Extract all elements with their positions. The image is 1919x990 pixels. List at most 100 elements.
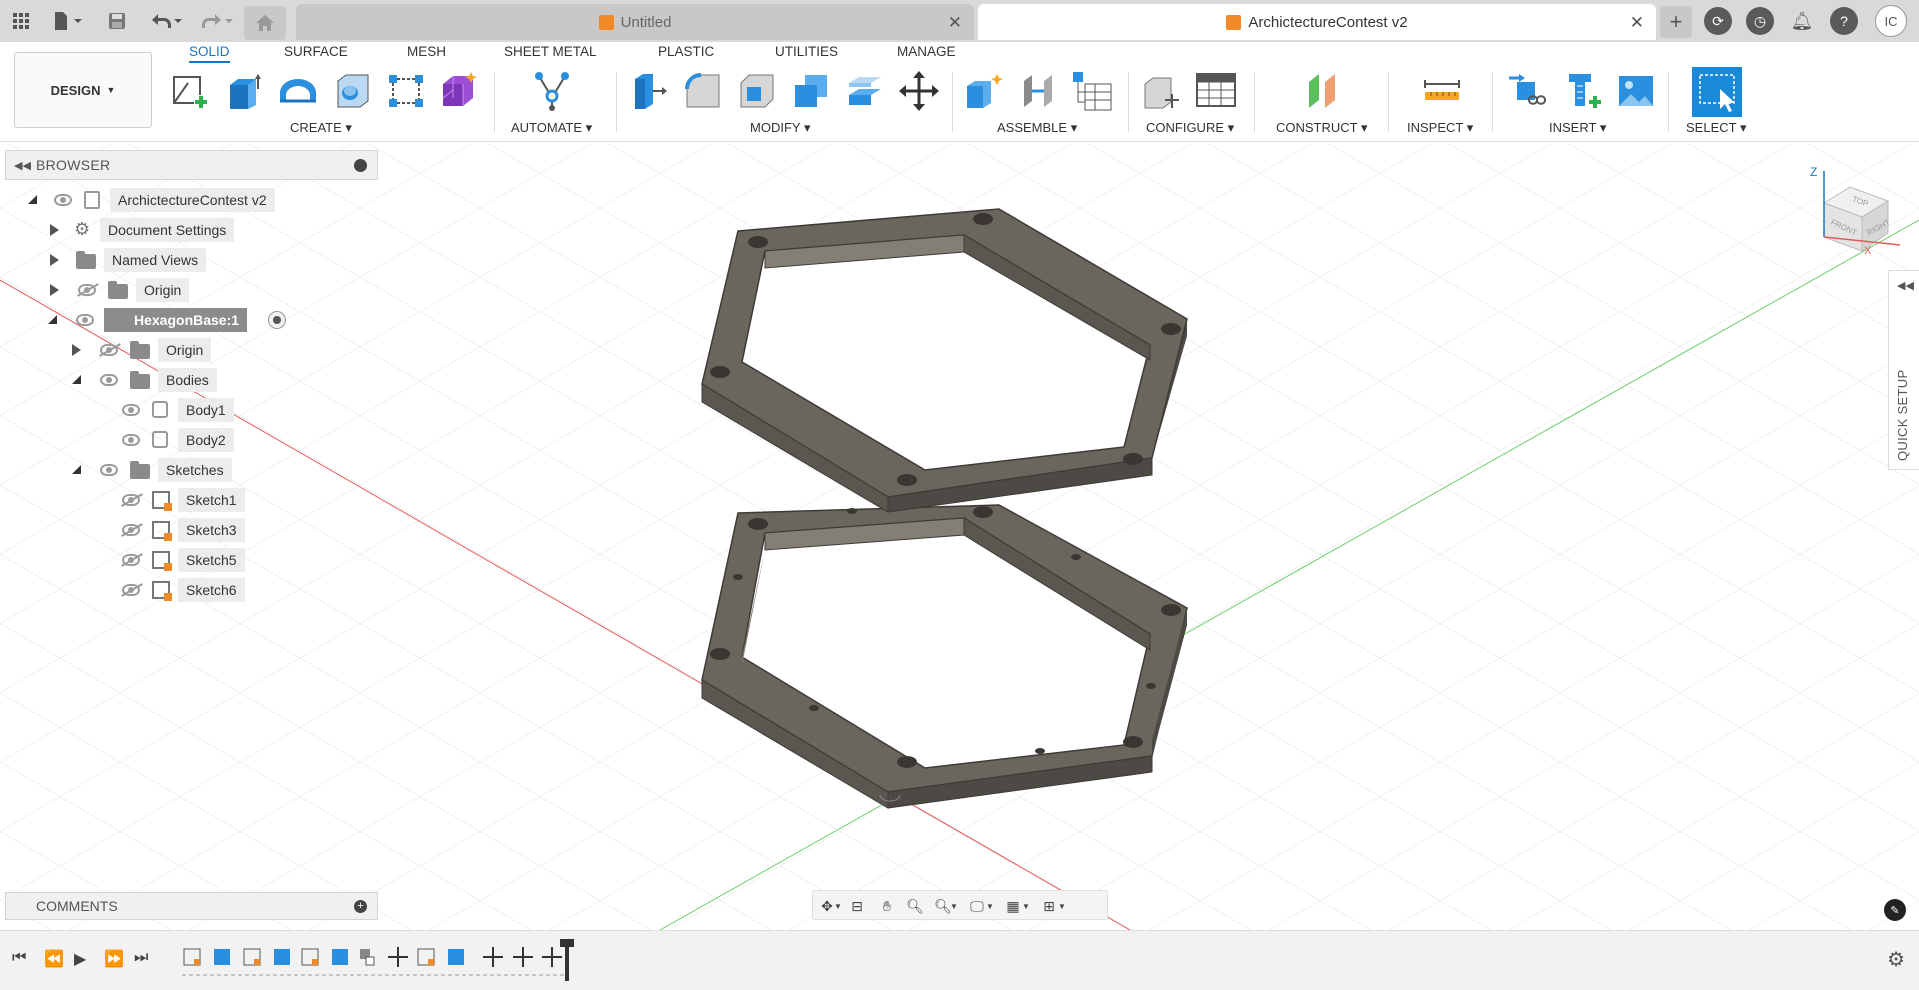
visibility-eye-icon[interactable] bbox=[122, 434, 140, 446]
expand-triangle-icon[interactable] bbox=[50, 284, 59, 296]
chevron-down-icon[interactable]: ▼ bbox=[833, 896, 843, 916]
design-canvas[interactable] bbox=[0, 143, 1919, 930]
tab-solid[interactable]: SOLID bbox=[189, 44, 230, 63]
collapse-triangle-icon[interactable] bbox=[48, 315, 57, 324]
combine-icon[interactable] bbox=[789, 69, 833, 113]
tab-manage[interactable]: MANAGE bbox=[897, 44, 956, 59]
expand-panel-icon[interactable]: ◀◀ bbox=[1897, 279, 1914, 292]
step-forward-icon[interactable]: ⏩ bbox=[104, 949, 124, 969]
timeline-extrude-icon[interactable] bbox=[274, 949, 290, 965]
insert-menu[interactable]: INSERT ▾ bbox=[1549, 120, 1606, 136]
assistant-icon[interactable]: ✎ bbox=[1884, 899, 1906, 921]
visibility-hidden-icon[interactable] bbox=[100, 344, 118, 356]
app-grid-icon[interactable] bbox=[8, 8, 34, 34]
extrude-icon[interactable] bbox=[222, 69, 266, 113]
move-icon[interactable] bbox=[897, 69, 941, 113]
chevron-down-icon[interactable]: ▼ bbox=[949, 896, 959, 916]
grid-settings-icon[interactable]: ▦ bbox=[1003, 896, 1023, 916]
visibility-hidden-icon[interactable] bbox=[122, 524, 140, 536]
viewcube[interactable]: Z X TOP FRONT RIGHT bbox=[1810, 165, 1902, 257]
play-icon[interactable]: ▶ bbox=[74, 949, 86, 969]
expand-triangle-icon[interactable] bbox=[50, 224, 59, 236]
tab-surface[interactable]: SURFACE bbox=[284, 44, 348, 59]
tab-untitled[interactable]: Untitled ✕ bbox=[296, 4, 974, 40]
display-settings-icon[interactable]: 🖵︎ bbox=[967, 896, 987, 916]
shell-icon[interactable] bbox=[735, 69, 779, 113]
undo-icon[interactable] bbox=[145, 8, 185, 34]
tab-plastic[interactable]: PLASTIC bbox=[658, 44, 714, 59]
redo-icon[interactable] bbox=[196, 8, 236, 34]
tab-archictecture-contest[interactable]: ArchictectureContest v2 ✕ bbox=[978, 4, 1656, 40]
collapse-browser-icon[interactable]: ◀◀ bbox=[14, 159, 36, 172]
look-at-icon[interactable]: ⊟ bbox=[847, 896, 867, 916]
visibility-hidden-icon[interactable] bbox=[78, 284, 96, 296]
extensions-icon[interactable]: ⟳ bbox=[1704, 7, 1732, 35]
inspect-menu[interactable]: INSPECT ▾ bbox=[1407, 120, 1473, 136]
zoom-icon[interactable]: 🔍︎ bbox=[905, 896, 925, 916]
viewports-icon[interactable]: ⊞ bbox=[1039, 896, 1059, 916]
tab-utilities[interactable]: UTILITIES bbox=[775, 44, 838, 59]
revolve-icon[interactable] bbox=[276, 69, 320, 113]
timeline-move-icon[interactable] bbox=[483, 947, 503, 967]
create-form-icon[interactable] bbox=[436, 69, 480, 113]
timeline-extrude-icon[interactable] bbox=[214, 949, 230, 965]
automate-icon[interactable] bbox=[530, 69, 574, 113]
new-tab-icon[interactable]: + bbox=[1660, 6, 1692, 38]
minimize-browser-icon[interactable] bbox=[354, 159, 367, 172]
avatar[interactable]: IC bbox=[1875, 5, 1907, 37]
new-component-icon[interactable] bbox=[962, 69, 1006, 113]
measure-icon[interactable] bbox=[1420, 69, 1464, 113]
automate-menu[interactable]: AUTOMATE ▾ bbox=[511, 120, 592, 136]
visibility-hidden-icon[interactable] bbox=[122, 494, 140, 506]
expand-triangle-icon[interactable] bbox=[72, 344, 81, 356]
create-menu[interactable]: CREATE ▾ bbox=[290, 120, 352, 136]
assemble-menu[interactable]: ASSEMBLE ▾ bbox=[997, 120, 1077, 136]
timeline-sketch-icon[interactable] bbox=[301, 948, 319, 966]
offset-face-icon[interactable] bbox=[843, 69, 887, 113]
configuration-table-icon[interactable] bbox=[1194, 69, 1238, 113]
visibility-eye-icon[interactable] bbox=[122, 404, 140, 416]
timeline-marker[interactable] bbox=[560, 939, 574, 981]
timeline-sketch-icon[interactable] bbox=[417, 948, 435, 966]
modify-menu[interactable]: MODIFY ▾ bbox=[750, 120, 810, 136]
visibility-eye-icon[interactable] bbox=[54, 194, 72, 206]
select-icon[interactable] bbox=[1692, 67, 1742, 117]
fillet-icon[interactable] bbox=[681, 69, 725, 113]
quick-setup-panel[interactable]: ◀◀ QUICK SETUP bbox=[1888, 270, 1919, 470]
step-back-icon[interactable]: ⏪ bbox=[44, 949, 64, 969]
notifications-icon[interactable]: 🔔︎ bbox=[1788, 7, 1816, 35]
insert-derive-icon[interactable] bbox=[1506, 69, 1550, 113]
collapse-triangle-icon[interactable] bbox=[28, 195, 37, 204]
close-icon[interactable]: ✕ bbox=[1630, 13, 1644, 33]
viewport-canvas[interactable]: Z X TOP FRONT RIGHT ✎ bbox=[0, 143, 1919, 930]
visibility-eye-icon[interactable] bbox=[100, 374, 118, 386]
visibility-hidden-icon[interactable] bbox=[122, 584, 140, 596]
go-to-start-icon[interactable]: ⏮ bbox=[12, 949, 26, 967]
visibility-eye-icon[interactable] bbox=[100, 464, 118, 476]
job-status-icon[interactable]: ◷ bbox=[1746, 7, 1774, 35]
timeline-move-icon[interactable] bbox=[513, 947, 533, 967]
configure-icon[interactable] bbox=[1140, 69, 1184, 113]
create-sketch-icon[interactable] bbox=[168, 69, 212, 113]
save-icon[interactable] bbox=[104, 8, 130, 34]
timeline-move-icon[interactable] bbox=[542, 947, 562, 967]
select-menu[interactable]: SELECT ▾ bbox=[1686, 120, 1746, 136]
collapse-triangle-icon[interactable] bbox=[72, 465, 81, 474]
timeline-settings-icon[interactable]: ⚙ bbox=[1887, 947, 1905, 972]
insert-mcmaster-icon[interactable] bbox=[1560, 69, 1604, 113]
chevron-down-icon[interactable]: ▼ bbox=[1057, 896, 1067, 916]
close-icon[interactable]: ✕ bbox=[948, 13, 962, 33]
home-icon[interactable] bbox=[244, 6, 286, 40]
timeline-component-icon[interactable] bbox=[360, 949, 375, 966]
visibility-eye-icon[interactable] bbox=[76, 314, 94, 326]
offset-plane-icon[interactable] bbox=[1302, 69, 1346, 113]
file-menu-icon[interactable] bbox=[48, 8, 86, 34]
pattern-icon[interactable] bbox=[384, 69, 428, 113]
timeline-sketch-icon[interactable] bbox=[243, 948, 261, 966]
workspace-switcher[interactable]: DESIGN ▼ bbox=[14, 52, 152, 128]
chevron-down-icon[interactable]: ▼ bbox=[985, 896, 995, 916]
tab-sheet-metal[interactable]: SHEET METAL bbox=[504, 44, 597, 59]
expand-triangle-icon[interactable] bbox=[50, 254, 59, 266]
comments-panel-header[interactable]: COMMENTS + bbox=[5, 892, 378, 920]
help-icon[interactable]: ? bbox=[1830, 7, 1858, 35]
